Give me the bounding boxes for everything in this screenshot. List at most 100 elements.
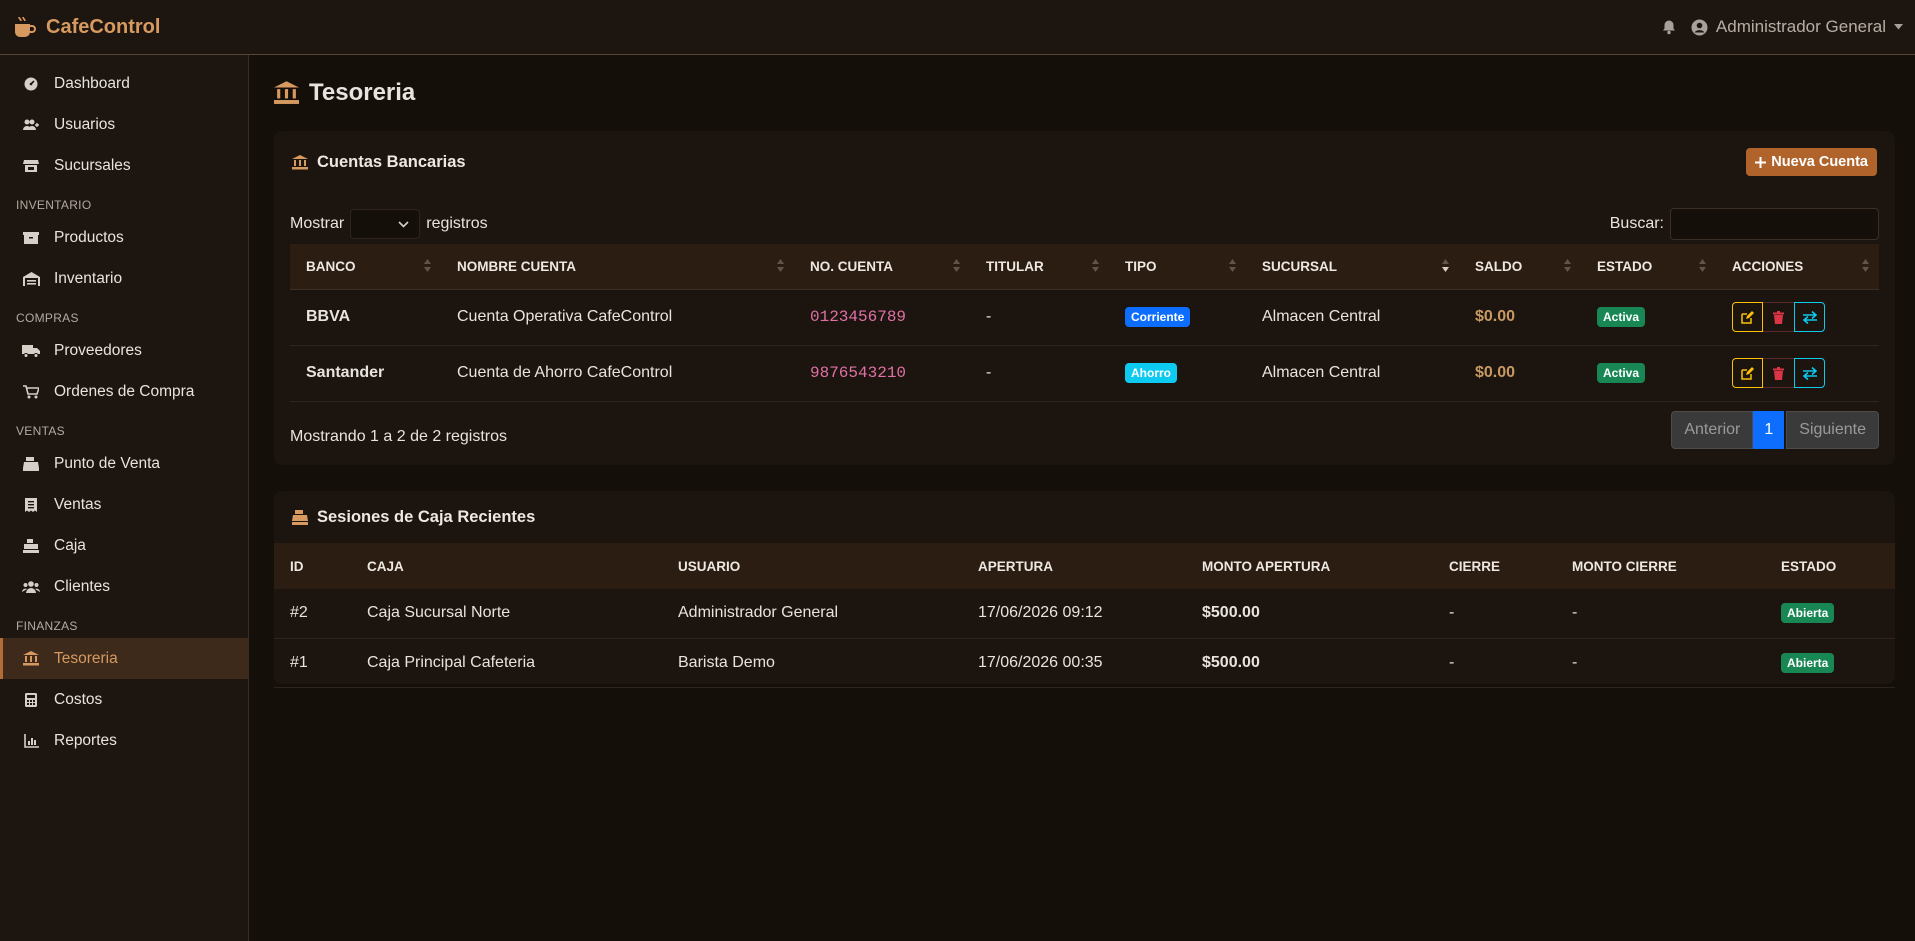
sidebar-item-label: Ventas bbox=[54, 495, 102, 513]
edit-button[interactable] bbox=[1732, 302, 1763, 332]
table-row: #1 Caja Principal Cafeteria Barista Demo… bbox=[274, 638, 1895, 688]
sidebar-item-ventas[interactable]: Ventas bbox=[0, 484, 248, 525]
cell-status: Activa bbox=[1581, 345, 1716, 402]
sidebar-item-reportes[interactable]: Reportes bbox=[0, 720, 248, 761]
user-menu-dropdown[interactable]: Administrador General bbox=[1691, 17, 1903, 37]
sidebar-item-usuarios[interactable]: Usuarios bbox=[0, 104, 248, 145]
table-row: Santander Cuenta de Ahorro CafeControl 9… bbox=[290, 345, 1879, 402]
column-header-estado[interactable]: ESTADO bbox=[1581, 244, 1716, 290]
sidebar-item-clientes[interactable]: Clientes bbox=[0, 566, 248, 607]
column-header-titular[interactable]: TITULAR bbox=[970, 244, 1109, 290]
sort-icon bbox=[1862, 259, 1869, 272]
caret-down-icon bbox=[1894, 24, 1903, 30]
clients-icon bbox=[22, 580, 40, 594]
chart-icon bbox=[22, 733, 40, 748]
section-finanzas: FINANZAS bbox=[16, 619, 78, 633]
card-title-text: Sesiones de Caja Recientes bbox=[317, 507, 536, 526]
delete-button[interactable] bbox=[1763, 302, 1794, 332]
sidebar-item-ordenes-de-compra[interactable]: Ordenes de Compra bbox=[0, 371, 248, 412]
sidebar-item-label: Usuarios bbox=[54, 115, 116, 133]
cell-balance: $0.00 bbox=[1459, 289, 1581, 346]
status-badge: Abierta bbox=[1781, 652, 1835, 673]
status-badge: Activa bbox=[1597, 307, 1646, 327]
column-header-monto-apertura: MONTO APERTURA bbox=[1186, 543, 1433, 589]
status-badge: Abierta bbox=[1781, 603, 1835, 624]
edit-button[interactable] bbox=[1732, 358, 1763, 388]
cell-status: Abierta bbox=[1765, 589, 1895, 639]
sidebar: Dashboard Usuarios Sucursales INVENTARIO… bbox=[0, 55, 249, 941]
column-header-acciones[interactable]: ACCIONES bbox=[1716, 244, 1879, 290]
column-header-id: ID bbox=[274, 543, 351, 589]
transfer-button[interactable] bbox=[1794, 302, 1825, 332]
section-inventario: INVENTARIO bbox=[16, 198, 92, 212]
sidebar-item-tesoreria[interactable]: Tesoreria bbox=[0, 638, 248, 679]
column-header-estado: ESTADO bbox=[1765, 543, 1895, 589]
section-ventas: VENTAS bbox=[16, 424, 65, 438]
sidebar-item-label: Tesoreria bbox=[54, 649, 118, 667]
sidebar-item-label: Inventario bbox=[54, 269, 123, 287]
pagination-next[interactable]: Siguiente bbox=[1786, 411, 1879, 449]
sort-icon bbox=[1229, 259, 1236, 272]
cell-open-amount: $500.00 bbox=[1186, 638, 1433, 688]
column-header-tipo[interactable]: TIPO bbox=[1109, 244, 1246, 290]
show-label: Mostrar bbox=[290, 215, 345, 232]
new-account-label: Nueva Cuenta bbox=[1771, 154, 1868, 170]
delete-button[interactable] bbox=[1763, 358, 1794, 388]
column-header-no-cuenta[interactable]: NO. CUENTA bbox=[794, 244, 970, 290]
table-row: BBVA Cuenta Operativa CafeControl 012345… bbox=[290, 289, 1879, 346]
page-length-control: Mostrar registros bbox=[290, 209, 488, 239]
sidebar-item-sucursales[interactable]: Sucursales bbox=[0, 145, 248, 186]
cell-account-name: Cuenta Operativa CafeControl bbox=[441, 289, 794, 346]
sidebar-item-label: Ordenes de Compra bbox=[54, 382, 195, 400]
edit-icon bbox=[1741, 310, 1754, 324]
transfer-button[interactable] bbox=[1794, 358, 1825, 388]
cash-register-icon bbox=[22, 456, 40, 471]
column-header-saldo[interactable]: SALDO bbox=[1459, 244, 1581, 290]
column-header-apertura: APERTURA bbox=[962, 543, 1186, 589]
bell-icon[interactable] bbox=[1661, 19, 1677, 35]
truck-icon bbox=[22, 344, 40, 358]
type-badge: Ahorro bbox=[1125, 363, 1177, 383]
dashboard-icon bbox=[22, 77, 40, 91]
column-header-banco[interactable]: BANCO bbox=[290, 244, 441, 290]
cash-sessions-card: Sesiones de Caja Recientes ID CAJA USUAR… bbox=[274, 491, 1895, 688]
warehouse-icon bbox=[22, 271, 40, 286]
trash-icon bbox=[1773, 366, 1784, 380]
sort-icon bbox=[1699, 259, 1706, 272]
sidebar-item-label: Proveedores bbox=[54, 341, 142, 359]
cell-branch: Almacen Central bbox=[1246, 345, 1459, 402]
sidebar-item-inventario[interactable]: Inventario bbox=[0, 258, 248, 299]
card-title: Cuentas Bancarias bbox=[292, 153, 466, 172]
plus-icon bbox=[1755, 156, 1767, 168]
cell-box: Caja Sucursal Norte bbox=[351, 589, 662, 639]
cell-open-amount: $500.00 bbox=[1186, 589, 1433, 639]
calculator-icon bbox=[22, 692, 40, 707]
cell-status: Abierta bbox=[1765, 638, 1895, 688]
records-label: registros bbox=[426, 215, 488, 232]
search-input[interactable] bbox=[1670, 208, 1879, 240]
new-account-button[interactable]: Nueva Cuenta bbox=[1746, 148, 1877, 176]
column-header-sucursal[interactable]: SUCURSAL bbox=[1246, 244, 1459, 290]
page-length-select[interactable] bbox=[350, 209, 421, 239]
table-search: Buscar: bbox=[1610, 208, 1879, 240]
pagination-previous[interactable]: Anterior bbox=[1671, 411, 1754, 449]
sidebar-item-productos[interactable]: Productos bbox=[0, 217, 248, 258]
sidebar-item-caja[interactable]: Caja bbox=[0, 525, 248, 566]
sidebar-item-punto-de-venta[interactable]: Punto de Venta bbox=[0, 443, 248, 484]
sort-icon bbox=[1092, 259, 1099, 272]
brand-link[interactable]: CafeControl bbox=[12, 15, 160, 39]
user-name: Administrador General bbox=[1715, 17, 1886, 36]
cell-actions bbox=[1716, 289, 1879, 346]
cell-opened: 17/06/2026 00:35 bbox=[962, 638, 1186, 688]
trash-icon bbox=[1773, 310, 1784, 324]
sidebar-item-label: Dashboard bbox=[54, 74, 130, 92]
cell-opened: 17/06/2026 09:12 bbox=[962, 589, 1186, 639]
cell-close-amount: - bbox=[1556, 638, 1765, 688]
sidebar-item-costos[interactable]: Costos bbox=[0, 679, 248, 720]
column-header-cierre: CIERRE bbox=[1433, 543, 1556, 589]
column-header-nombre-cuenta[interactable]: NOMBRE CUENTA bbox=[441, 244, 794, 290]
sidebar-item-proveedores[interactable]: Proveedores bbox=[0, 330, 248, 371]
pagination-page-1[interactable]: 1 bbox=[1753, 411, 1785, 449]
sort-icon bbox=[953, 259, 960, 272]
sidebar-item-dashboard[interactable]: Dashboard bbox=[0, 63, 248, 104]
